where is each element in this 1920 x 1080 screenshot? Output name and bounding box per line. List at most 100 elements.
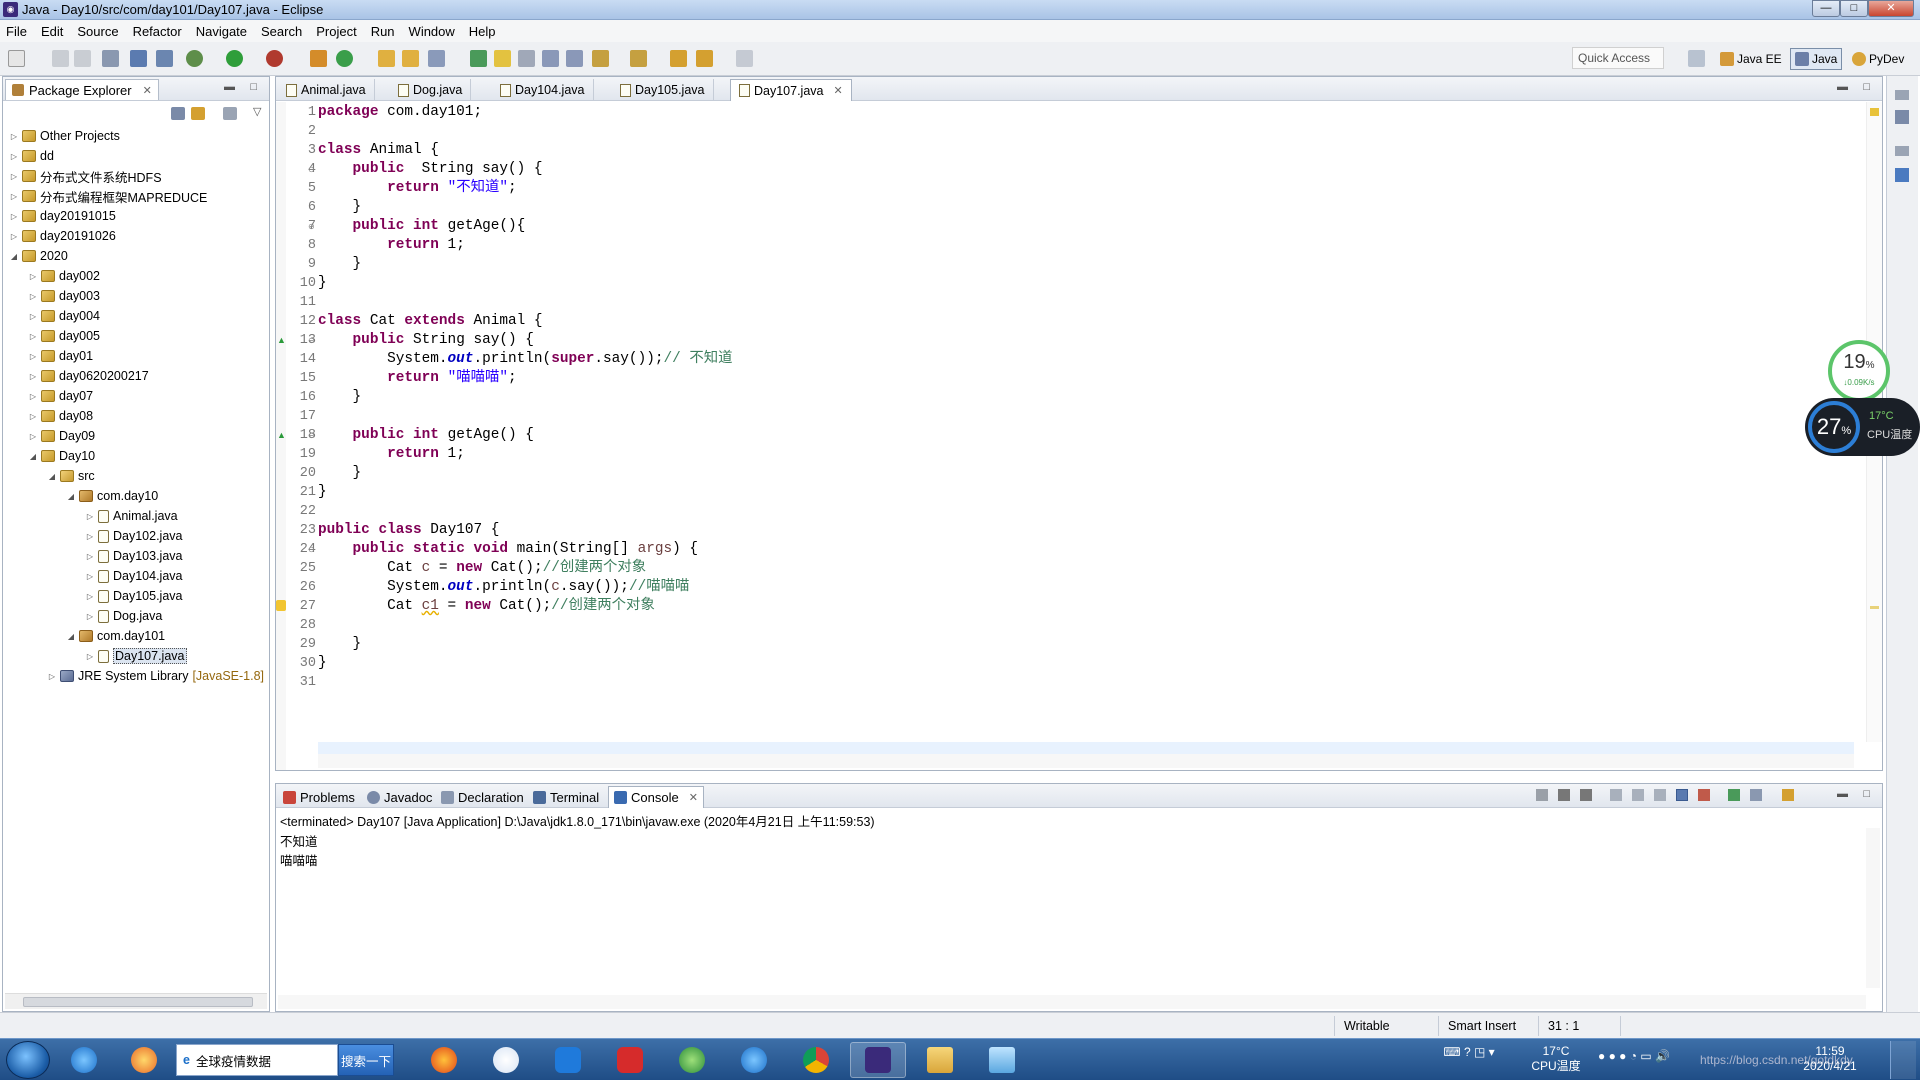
taskbar-app[interactable]: [116, 1042, 172, 1078]
editor-tab-day104[interactable]: Day104.java: [492, 79, 594, 101]
show-console-stderr-icon[interactable]: [1698, 789, 1710, 801]
open-task-icon[interactable]: [402, 50, 419, 67]
tree-item[interactable]: ▷ Day104.java: [85, 567, 183, 585]
menu-edit[interactable]: Edit: [41, 24, 63, 39]
minimize-view-icon[interactable]: ▬: [224, 81, 235, 93]
tree-item[interactable]: ▷ Animal.java: [85, 507, 178, 525]
run-icon[interactable]: [226, 50, 243, 67]
menu-help[interactable]: Help: [469, 24, 496, 39]
tree-item[interactable]: ▷ day20191015: [9, 207, 116, 225]
minimize-view-icon[interactable]: ▬: [1837, 788, 1848, 800]
menu-search[interactable]: Search: [261, 24, 302, 39]
taskbar-baidu[interactable]: [478, 1042, 534, 1078]
fold-toggle-icon[interactable]: ⊖: [308, 336, 315, 345]
code-line[interactable]: return "不知道";: [318, 179, 517, 198]
code-line[interactable]: public String say() {: [318, 331, 534, 350]
expanded-arrow-icon[interactable]: ◢: [9, 252, 19, 261]
collapsed-arrow-icon[interactable]: ▷: [28, 372, 38, 381]
code-line[interactable]: }: [318, 274, 327, 293]
tab-terminal[interactable]: Terminal: [528, 786, 604, 808]
menu-navigate[interactable]: Navigate: [196, 24, 247, 39]
tree-item[interactable]: ▷ day01: [28, 347, 93, 365]
minimize-view-icon[interactable]: ▬: [1837, 81, 1848, 93]
tree-item[interactable]: ◢ com.day10: [66, 487, 158, 505]
collapsed-arrow-icon[interactable]: ▷: [9, 232, 19, 241]
next-annotation-icon[interactable]: [592, 50, 609, 67]
collapsed-arrow-icon[interactable]: ▷: [28, 412, 38, 421]
maximize-view-icon[interactable]: □: [1863, 81, 1870, 93]
tree-item[interactable]: ▷ Day09: [28, 427, 95, 445]
tree-item[interactable]: ◢ Day10: [28, 447, 95, 465]
tray-clock[interactable]: 11:59 2020/4/21: [1780, 1044, 1880, 1074]
collapsed-arrow-icon[interactable]: ▷: [85, 592, 95, 601]
tree-item[interactable]: ▷ day005: [28, 327, 100, 345]
code-line[interactable]: }: [318, 198, 362, 217]
collapsed-arrow-icon[interactable]: ▷: [9, 152, 19, 161]
collapsed-arrow-icon[interactable]: ▷: [85, 652, 95, 661]
collapsed-arrow-icon[interactable]: ▷: [9, 172, 19, 181]
tab-declaration[interactable]: Declaration: [436, 786, 529, 808]
warning-marker[interactable]: [1870, 606, 1879, 609]
paragraph-icon[interactable]: [566, 50, 583, 67]
tab-problems[interactable]: Problems: [278, 786, 360, 808]
code-line[interactable]: class Cat extends Animal {: [318, 312, 543, 331]
annotation-icon[interactable]: [470, 50, 487, 67]
collapsed-arrow-icon[interactable]: ▷: [28, 392, 38, 401]
collapsed-arrow-icon[interactable]: ▷: [9, 212, 19, 221]
expanded-arrow-icon[interactable]: ◢: [47, 472, 57, 481]
search-tool-icon[interactable]: [428, 50, 445, 67]
forward-icon[interactable]: [736, 50, 753, 67]
toggle-block-icon[interactable]: [518, 50, 535, 67]
taskbar-firefox[interactable]: [416, 1042, 472, 1078]
menu-source[interactable]: Source: [77, 24, 118, 39]
code-line[interactable]: Cat c1 = new Cat();//创建两个对象: [318, 597, 655, 616]
code-line[interactable]: public String say() {: [318, 160, 543, 179]
code-line[interactable]: }: [318, 388, 362, 407]
expanded-arrow-icon[interactable]: ◢: [28, 452, 38, 461]
code-line[interactable]: package com.day101;: [318, 103, 482, 122]
code-line[interactable]: }: [318, 464, 362, 483]
debug-icon[interactable]: [186, 50, 203, 67]
show-whitespace-icon[interactable]: [542, 50, 559, 67]
tree-item[interactable]: ▷ Day107.java: [85, 647, 187, 665]
maximize-view-icon[interactable]: □: [1863, 788, 1870, 800]
minimize-button[interactable]: —: [1812, 0, 1840, 17]
editor-horizontal-scrollbar[interactable]: [318, 754, 1854, 768]
remove-launch-icon[interactable]: [1558, 789, 1570, 801]
collapsed-arrow-icon[interactable]: ▷: [28, 272, 38, 281]
collapsed-arrow-icon[interactable]: ▷: [9, 192, 19, 201]
collapsed-arrow-icon[interactable]: ▷: [85, 532, 95, 541]
code-area[interactable]: package com.day101; class Animal { public…: [318, 102, 1852, 770]
new-class-icon[interactable]: [336, 50, 353, 67]
save-all-icon[interactable]: [74, 50, 91, 67]
tab-console[interactable]: Console ✕: [608, 786, 704, 808]
code-line[interactable]: return 1;: [318, 236, 465, 255]
editor-tab-day107[interactable]: Day107.java ✕: [730, 79, 852, 101]
save-icon[interactable]: [52, 50, 69, 67]
tree-item[interactable]: ▷ day07: [28, 387, 93, 405]
package-explorer-scrollbar[interactable]: [5, 993, 267, 1009]
maximize-view-icon[interactable]: □: [250, 81, 257, 93]
editor-tab-day105[interactable]: Day105.java: [612, 79, 714, 101]
override-marker-icon[interactable]: ▲: [277, 335, 286, 345]
network-monitor-widget[interactable]: 19% ↓0.09K/s: [1828, 340, 1890, 402]
editor-tab-dog[interactable]: Dog.java: [390, 79, 472, 101]
tree-item[interactable]: ▷ day003: [28, 287, 100, 305]
collapsed-arrow-icon[interactable]: ▷: [28, 312, 38, 321]
terminate-icon[interactable]: [1536, 789, 1548, 801]
code-line[interactable]: }: [318, 635, 362, 654]
word-wrap-icon[interactable]: [1654, 789, 1666, 801]
code-line[interactable]: public class Day107 {: [318, 521, 499, 540]
warning-marker-icon[interactable]: [276, 600, 286, 611]
new-icon[interactable]: [8, 50, 25, 67]
start-button[interactable]: [6, 1041, 50, 1079]
tree-item[interactable]: ▷ JRE System Library [JavaSE-1.8]: [47, 667, 264, 685]
show-console-stdout-icon[interactable]: [1676, 789, 1688, 801]
perspective-java[interactable]: Java: [1790, 48, 1843, 70]
task-list-icon[interactable]: [1895, 110, 1909, 124]
menu-project[interactable]: Project: [316, 24, 356, 39]
code-line[interactable]: public int getAge() {: [318, 426, 534, 445]
code-line[interactable]: System.out.println(super.say());// 不知道: [318, 350, 733, 369]
console-horizontal-scrollbar[interactable]: [278, 995, 1866, 1009]
expanded-arrow-icon[interactable]: ◢: [66, 492, 76, 501]
